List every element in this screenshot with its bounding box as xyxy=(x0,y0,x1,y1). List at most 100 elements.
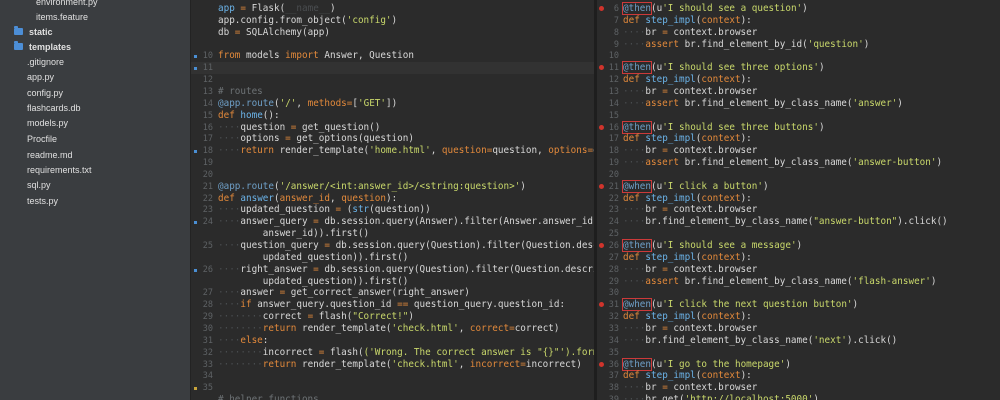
code-line[interactable] xyxy=(191,39,594,51)
code-line[interactable]: 18 ····br = context.browser xyxy=(597,145,1000,157)
code-line[interactable]: updated_question)).first() xyxy=(191,252,594,264)
breakpoint-icon[interactable] xyxy=(599,124,604,130)
sidebar-file[interactable]: models.py xyxy=(27,116,68,131)
line-number: 35 xyxy=(608,347,619,358)
editor-pane-left[interactable]: app = Flask(__name__) app.config.from_obj… xyxy=(191,0,594,400)
code-line[interactable]: 10 xyxy=(597,50,1000,62)
code-line[interactable]: 24 ····answer_query = db.session.query(An… xyxy=(191,216,594,228)
code-line[interactable]: 34 ····br.find_element_by_class_name('nex… xyxy=(597,335,1000,347)
sidebar-file[interactable]: sql.py xyxy=(27,178,51,193)
code-line[interactable]: 20 xyxy=(597,169,1000,181)
code-line[interactable]: 13 # routes xyxy=(191,86,594,98)
code-line[interactable]: app = Flask(__name__) xyxy=(191,3,594,15)
breakpoint-icon[interactable] xyxy=(599,243,604,248)
code-line[interactable]: 15 xyxy=(597,110,1000,122)
sidebar-file[interactable]: app.py xyxy=(27,70,54,85)
code-line[interactable]: 16 @then(u'I should see three buttons') xyxy=(597,120,1000,134)
code-line[interactable]: 38 ····br = context.browser xyxy=(597,382,1000,394)
code-line[interactable]: 26 ····right_answer = db.session.query(Qu… xyxy=(191,264,594,276)
sidebar-folder[interactable]: static xyxy=(14,25,53,40)
code-line[interactable]: 28 ····br = context.browser xyxy=(597,264,1000,276)
sidebar-file[interactable]: environment.py xyxy=(36,0,98,10)
code-line[interactable]: 29 ········correct = flash("Correct!") xyxy=(191,311,594,323)
code-line[interactable]: 34 xyxy=(191,370,594,382)
code-line[interactable]: answer_id)).first() xyxy=(191,228,594,240)
code-line[interactable]: 7 def step_impl(context): xyxy=(597,15,1000,27)
code-line[interactable]: 11 @then(u'I should see three options') xyxy=(597,61,1000,75)
code-line[interactable]: 32 def step_impl(context): xyxy=(597,311,1000,323)
code-line[interactable]: 32 ········incorrect = flash(('Wrong. The… xyxy=(191,347,594,359)
code-line[interactable]: 12 def step_impl(context): xyxy=(597,74,1000,86)
line-number: 29 xyxy=(202,312,213,323)
code-line[interactable]: 6 @then(u'I should see a question') xyxy=(597,2,1000,15)
code-line[interactable]: 23 ····updated_question = (str(question)) xyxy=(191,204,594,216)
sidebar-file[interactable]: requirements.txt xyxy=(27,163,92,178)
line-number: 25 xyxy=(608,229,619,240)
code-line[interactable]: 39 ····br.get('http://localhost:5000') xyxy=(597,394,1000,400)
code-line[interactable]: 19 ····assert br.find_element_by_class_na… xyxy=(597,157,1000,169)
code-line[interactable]: 17 def step_impl(context): xyxy=(597,133,1000,145)
code-line[interactable]: 14 ····assert br.find_element_by_class_na… xyxy=(597,98,1000,110)
code-line[interactable]: 21 @app.route('/answer/<int:answer_id>/<s… xyxy=(191,181,594,193)
code-line[interactable]: 8 ····br = context.browser xyxy=(597,27,1000,39)
code-line[interactable]: 11 xyxy=(191,62,594,75)
code-line[interactable]: 12 xyxy=(191,74,594,86)
code-line[interactable]: 22 def answer(answer_id, question): xyxy=(191,193,594,205)
code-line[interactable]: 15 def home(): xyxy=(191,110,594,122)
code-line[interactable]: 20 xyxy=(191,169,594,181)
code-line[interactable]: 13 ····br = context.browser xyxy=(597,86,1000,98)
code-line[interactable]: 35 xyxy=(597,347,1000,359)
code-line[interactable]: 25 ····question_query = db.session.query(… xyxy=(191,240,594,252)
code-line[interactable]: 35 xyxy=(191,382,594,394)
sidebar-file[interactable]: .gitignore xyxy=(27,55,64,70)
code-line[interactable]: # helper functions xyxy=(191,394,594,400)
code-line[interactable]: 25 xyxy=(597,228,1000,240)
code-line[interactable]: 27 ····answer = get_correct_answer(right_… xyxy=(191,287,594,299)
code-line[interactable]: db = SQLAlchemy(app) xyxy=(191,27,594,39)
breakpoint-icon[interactable] xyxy=(599,6,604,11)
code-line[interactable]: 31 ····else: xyxy=(191,335,594,347)
folder-icon xyxy=(14,41,23,51)
code-line[interactable]: 27 def step_impl(context): xyxy=(597,252,1000,264)
code-line[interactable]: updated_question)).first() xyxy=(191,276,594,288)
sidebar-file[interactable]: config.py xyxy=(27,86,63,101)
code-line[interactable]: 14 @app.route('/', methods=['GET']) xyxy=(191,98,594,110)
sidebar-file[interactable]: items.feature xyxy=(36,10,88,25)
line-number: 38 xyxy=(608,383,619,394)
code-text: @app.route('/', methods=['GET']) xyxy=(218,97,398,109)
breakpoint-icon[interactable] xyxy=(599,361,604,367)
git-change-marker xyxy=(194,221,197,225)
code-line[interactable]: 16 ····question = get_question() xyxy=(191,122,594,134)
code-line[interactable]: 21 @when(u'I click a button') xyxy=(597,179,1000,193)
sidebar-folder[interactable]: templates xyxy=(14,40,71,55)
code-line[interactable]: 30 xyxy=(597,287,1000,299)
code-line[interactable]: 23 ····br = context.browser xyxy=(597,204,1000,216)
code-line[interactable]: 9 ····assert br.find_element_by_id('quest… xyxy=(597,39,1000,51)
code-line[interactable]: app.config.from_object('config') xyxy=(191,15,594,27)
sidebar-file[interactable]: Procfile xyxy=(27,132,57,147)
code-line[interactable]: 17 ····options = get_options(question) xyxy=(191,133,594,145)
code-line[interactable]: 30 ········return render_template('check.… xyxy=(191,323,594,335)
code-line[interactable]: 24 ····br.find_element_by_class_name("ans… xyxy=(597,216,1000,228)
code-line[interactable]: 26 @then(u'I should see a message') xyxy=(597,239,1000,252)
code-line[interactable]: 33 ····br = context.browser xyxy=(597,323,1000,335)
code-line[interactable]: 10 from models import Answer, Question xyxy=(191,50,594,62)
code-line[interactable]: 37 def step_impl(context): xyxy=(597,370,1000,382)
sidebar-file[interactable]: readme.md xyxy=(27,148,73,163)
code-line[interactable]: 22 def step_impl(context): xyxy=(597,193,1000,205)
code-line[interactable]: 19 xyxy=(191,157,594,169)
code-line[interactable]: 18 ····return render_template('home.html'… xyxy=(191,145,594,157)
code-text: def step_impl(context): xyxy=(623,14,752,26)
code-line[interactable]: 33 ········return render_template('check.… xyxy=(191,359,594,371)
editor-pane-right[interactable]: 6 @then(u'I should see a question') 7 def s… xyxy=(597,0,1000,400)
breakpoint-icon[interactable] xyxy=(599,183,604,189)
sidebar-file[interactable]: tests.py xyxy=(27,194,58,209)
code-line[interactable]: 31 @when(u'I click the next question butt… xyxy=(597,298,1000,312)
code-line[interactable]: 36 @then(u'I go to the homepage') xyxy=(597,357,1000,371)
code-text: answer_id)).first() xyxy=(218,228,370,240)
code-line[interactable]: 29 ····assert br.find_element_by_class_na… xyxy=(597,276,1000,288)
code-line[interactable]: 28 ····if answer_query.question_id == que… xyxy=(191,299,594,311)
sidebar-file[interactable]: flashcards.db xyxy=(27,101,81,116)
code-text: @when(u'I click a button') xyxy=(622,179,769,193)
line-number: 28 xyxy=(202,300,213,311)
